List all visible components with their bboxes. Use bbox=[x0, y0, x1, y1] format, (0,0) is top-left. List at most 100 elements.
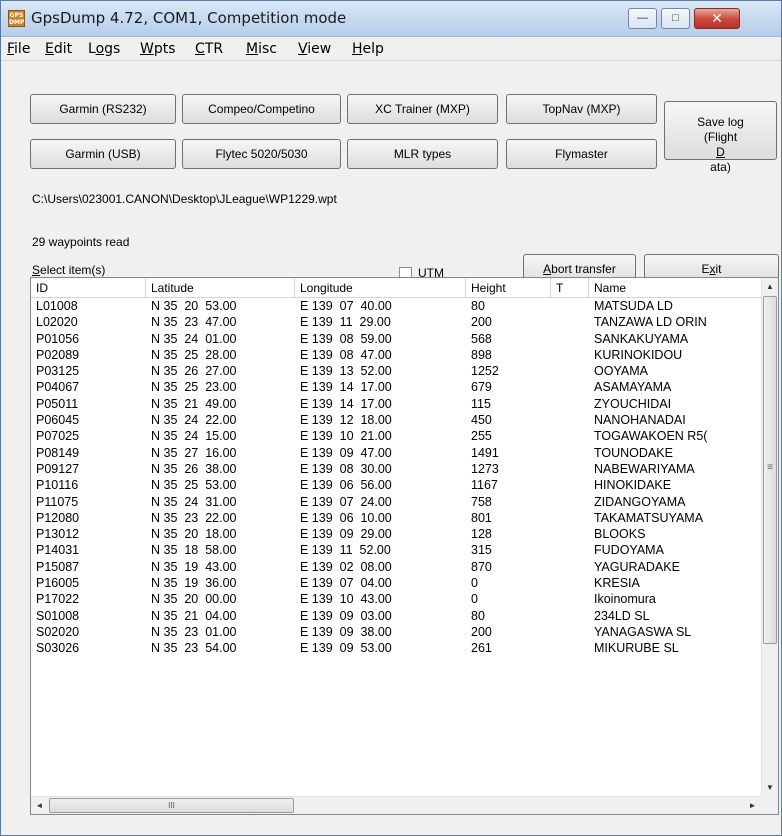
cell-latitude: N 35 24 31.00 bbox=[151, 494, 237, 509]
cell-t bbox=[556, 363, 589, 379]
compeo-competino-button[interactable]: Compeo/Competino bbox=[182, 94, 341, 124]
horizontal-scrollbar[interactable]: ◄ III ► bbox=[31, 796, 761, 814]
cell-longitude: E 139 14 17.00 bbox=[300, 396, 392, 411]
table-row[interactable]: P04067 N 35 25 23.00 E 139 14 17.00 679 ASAM… bbox=[31, 379, 761, 395]
scroll-corner bbox=[761, 796, 778, 814]
topnav-button[interactable]: TopNav (MXP) bbox=[506, 94, 657, 124]
table-row[interactable]: S02020 N 35 23 01.00 E 139 09 38.00 200 YANA… bbox=[31, 624, 761, 640]
menu-help[interactable]: Help bbox=[352, 41, 384, 57]
app-icon[interactable]: GPS DMP bbox=[8, 10, 25, 27]
cell-id: P06045 bbox=[36, 413, 80, 428]
save-log-button[interactable]: Save log (Flight Data) bbox=[664, 101, 777, 174]
maximize-button[interactable]: □ bbox=[661, 8, 690, 29]
cell-height: 1252 bbox=[471, 364, 499, 379]
cell-height: 0 bbox=[471, 576, 478, 591]
cell-t bbox=[556, 379, 589, 395]
flymaster-button[interactable]: Flymaster bbox=[506, 139, 657, 169]
title-bar[interactable]: GPS DMP GpsDump 4.72, COM1, Competition … bbox=[1, 1, 781, 37]
table-row[interactable]: P02089 N 35 25 28.00 E 139 08 47.00 898 KURI… bbox=[31, 347, 761, 363]
column-header-name[interactable]: Name bbox=[589, 278, 761, 298]
menu-view[interactable]: View bbox=[298, 41, 331, 57]
waypoint-list[interactable]: ID Latitude Longitude Height T Name L010… bbox=[30, 277, 779, 815]
cell-latitude: N 35 26 38.00 bbox=[151, 461, 237, 476]
table-row[interactable]: P17022 N 35 20 00.00 E 139 10 43.00 0 Ikoino… bbox=[31, 591, 761, 607]
cell-height: 200 bbox=[471, 624, 492, 639]
table-row[interactable]: P09127 N 35 26 38.00 E 139 08 30.00 1273 NAB… bbox=[31, 461, 761, 477]
cell-longitude: E 139 08 59.00 bbox=[300, 331, 392, 346]
vertical-scrollbar[interactable]: ▲ ≡ ▼ bbox=[761, 278, 778, 796]
cell-name: NANOHANADAI bbox=[594, 413, 686, 428]
menu-misc[interactable]: Misc bbox=[246, 41, 277, 57]
cell-height: 115 bbox=[471, 396, 491, 411]
vertical-scroll-thumb[interactable]: ≡ bbox=[763, 296, 777, 644]
cell-longitude: E 139 02 08.00 bbox=[300, 559, 392, 574]
cell-t bbox=[556, 412, 589, 428]
cell-name: NABEWARIYAMA bbox=[594, 461, 695, 476]
table-row[interactable]: S03026 N 35 23 54.00 E 139 09 53.00 261 MIKU… bbox=[31, 640, 761, 656]
cell-name: TOUNODAKE bbox=[594, 445, 673, 460]
cell-latitude: N 35 23 01.00 bbox=[151, 624, 237, 639]
table-row[interactable]: P10116 N 35 25 53.00 E 139 06 56.00 1167 HIN… bbox=[31, 477, 761, 493]
flytec-button[interactable]: Flytec 5020/5030 bbox=[182, 139, 341, 169]
cell-name: ZYOUCHIDAI bbox=[594, 396, 672, 411]
column-header-latitude[interactable]: Latitude bbox=[146, 278, 295, 298]
cell-id: P13012 bbox=[36, 527, 80, 542]
menu-wpts[interactable]: Wpts bbox=[140, 41, 176, 57]
table-row[interactable]: P11075 N 35 24 31.00 E 139 07 24.00 758 ZIDA… bbox=[31, 494, 761, 510]
scroll-down-arrow-icon[interactable]: ▼ bbox=[762, 779, 778, 796]
table-row[interactable]: P13012 N 35 20 18.00 E 139 09 29.00 128 BLOO… bbox=[31, 526, 761, 542]
table-row[interactable]: P06045 N 35 24 22.00 E 139 12 18.00 450 NANO… bbox=[31, 412, 761, 428]
cell-id: P04067 bbox=[36, 380, 80, 395]
cell-name: TAKAMATSUYAMA bbox=[594, 510, 704, 525]
cell-height: 0 bbox=[471, 592, 478, 607]
scroll-left-arrow-icon[interactable]: ◄ bbox=[31, 797, 48, 814]
table-row[interactable]: P07025 N 35 24 15.00 E 139 10 21.00 255 TOGA… bbox=[31, 428, 761, 444]
table-row[interactable]: P08149 N 35 27 16.00 E 139 09 47.00 1491 TOU… bbox=[31, 445, 761, 461]
cell-id: P10116 bbox=[36, 478, 79, 493]
cell-name: YAGURADAKE bbox=[594, 559, 680, 574]
table-row[interactable]: S01008 N 35 21 04.00 E 139 09 03.00 80 234LD… bbox=[31, 608, 761, 624]
cell-name: TANZAWA LD ORIN bbox=[594, 315, 707, 330]
scroll-right-arrow-icon[interactable]: ► bbox=[744, 797, 761, 814]
garmin-usb-button[interactable]: Garmin (USB) bbox=[30, 139, 176, 169]
close-button[interactable]: ✕ bbox=[694, 8, 740, 29]
table-row[interactable]: P15087 N 35 19 43.00 E 139 02 08.00 870 YAGU… bbox=[31, 559, 761, 575]
table-row[interactable]: P14031 N 35 18 58.00 E 139 11 52.00 315 FUDO… bbox=[31, 542, 761, 558]
cell-name: KRESIA bbox=[594, 576, 640, 591]
mlr-types-button[interactable]: MLR types bbox=[347, 139, 498, 169]
table-row[interactable]: P12080 N 35 23 22.00 E 139 06 10.00 801 TAKA… bbox=[31, 510, 761, 526]
scroll-up-arrow-icon[interactable]: ▲ bbox=[762, 278, 778, 295]
table-row[interactable]: P05011 N 35 21 49.00 E 139 14 17.00 115 ZYOU… bbox=[31, 396, 761, 412]
column-header-longitude[interactable]: Longitude bbox=[295, 278, 466, 298]
cell-height: 80 bbox=[471, 299, 485, 313]
column-header-t[interactable]: T bbox=[551, 278, 589, 298]
table-row[interactable]: P16005 N 35 19 36.00 E 139 07 04.00 0 KRESIA bbox=[31, 575, 761, 591]
cell-t bbox=[556, 526, 589, 542]
cell-height: 255 bbox=[471, 429, 492, 444]
cell-longitude: E 139 09 38.00 bbox=[300, 624, 392, 639]
minimize-button[interactable]: — bbox=[628, 8, 657, 29]
cell-height: 679 bbox=[471, 380, 492, 395]
horizontal-scroll-thumb[interactable]: III bbox=[49, 798, 294, 813]
table-row[interactable]: L01008 N 35 20 53.00 E 139 07 40.00 80 MATSU… bbox=[31, 298, 761, 314]
column-header-id[interactable]: ID bbox=[31, 278, 146, 298]
cell-t bbox=[556, 445, 589, 461]
menu-ctr[interactable]: CTR bbox=[195, 41, 223, 57]
menu-file[interactable]: File bbox=[7, 41, 30, 57]
cell-latitude: N 35 20 00.00 bbox=[151, 592, 237, 607]
cell-id: L01008 bbox=[36, 299, 78, 313]
table-row[interactable]: L02020 N 35 23 47.00 E 139 11 29.00 200 TANZ… bbox=[31, 314, 761, 330]
cell-id: S03026 bbox=[36, 641, 80, 656]
cell-id: P07025 bbox=[36, 429, 80, 444]
table-row[interactable]: P03125 N 35 26 27.00 E 139 13 52.00 1252 OOY… bbox=[31, 363, 761, 379]
cell-longitude: E 139 10 21.00 bbox=[300, 429, 392, 444]
cell-id: S02020 bbox=[36, 624, 80, 639]
xc-trainer-button[interactable]: XC Trainer (MXP) bbox=[347, 94, 498, 124]
cell-longitude: E 139 09 29.00 bbox=[300, 527, 392, 542]
menu-logs[interactable]: Logs bbox=[88, 41, 120, 57]
cell-height: 898 bbox=[471, 347, 492, 362]
menu-edit[interactable]: Edit bbox=[45, 41, 72, 57]
column-header-height[interactable]: Height bbox=[466, 278, 551, 298]
garmin-rs232-button[interactable]: Garmin (RS232) bbox=[30, 94, 176, 124]
table-row[interactable]: P01056 N 35 24 01.00 E 139 08 59.00 568 SANK… bbox=[31, 331, 761, 347]
